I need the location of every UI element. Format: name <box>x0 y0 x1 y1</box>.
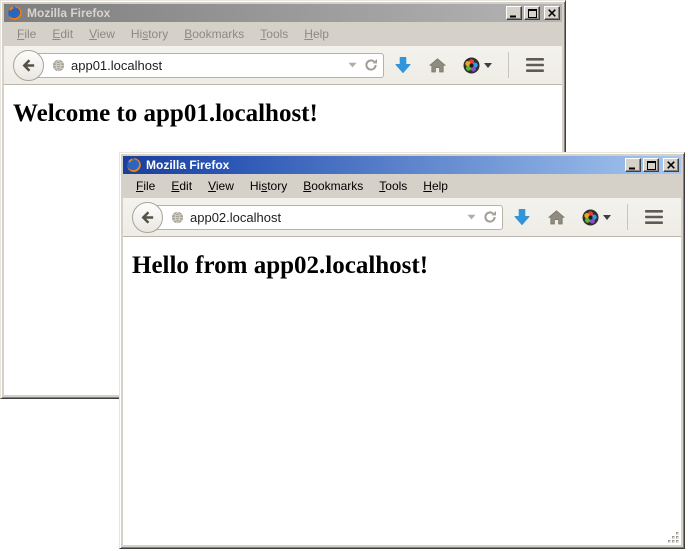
menu-item-edit[interactable]: Edit <box>44 25 81 43</box>
minimize-button[interactable] <box>506 6 522 20</box>
url-bar[interactable]: app02.localhost <box>147 205 503 230</box>
minimize-button[interactable] <box>625 158 641 172</box>
download-button[interactable] <box>505 202 539 233</box>
addon-button[interactable] <box>455 50 501 81</box>
addon-color-wheel-icon <box>582 209 599 226</box>
window-title: Mozilla Firefox <box>27 6 506 20</box>
titlebar[interactable]: Mozilla Firefox <box>123 156 681 174</box>
firefox-icon <box>7 5 23 21</box>
menu-item-help[interactable]: Help <box>296 25 337 43</box>
menu-item-tools[interactable]: Tools <box>252 25 296 43</box>
menu-item-bookmarks[interactable]: Bookmarks <box>176 25 252 43</box>
home-button[interactable] <box>539 202 573 233</box>
menu-item-tools[interactable]: Tools <box>371 177 415 195</box>
download-icon <box>395 56 411 74</box>
back-icon <box>139 209 156 226</box>
urlbar-dropdown-icon[interactable] <box>467 214 476 220</box>
menu-item-help[interactable]: Help <box>415 177 456 195</box>
url-text: app02.localhost <box>190 210 467 225</box>
menu-bar: File Edit View History Bookmarks Tools H… <box>123 174 681 198</box>
page-heading: Welcome to app01.localhost! <box>4 100 562 128</box>
toolbar-separator <box>627 204 628 230</box>
navigation-toolbar: app02.localhost <box>123 198 681 237</box>
download-button[interactable] <box>386 50 420 81</box>
menu-item-file[interactable]: File <box>128 177 163 195</box>
hamburger-menu-icon <box>526 58 544 72</box>
urlbar-dropdown-icon[interactable] <box>348 62 357 68</box>
reload-icon[interactable] <box>364 58 378 72</box>
menu-item-view[interactable]: View <box>200 177 242 195</box>
back-button[interactable] <box>13 50 44 81</box>
toolbar-separator <box>508 52 509 78</box>
close-button[interactable] <box>544 6 560 20</box>
addon-button[interactable] <box>574 202 620 233</box>
titlebar[interactable]: Mozilla Firefox <box>4 4 562 22</box>
back-icon <box>20 57 37 74</box>
menu-item-file[interactable]: File <box>9 25 44 43</box>
globe-icon <box>52 59 65 72</box>
url-bar[interactable]: app01.localhost <box>28 53 384 78</box>
app-menu-button[interactable] <box>516 50 554 81</box>
hamburger-menu-icon <box>645 210 663 224</box>
resize-grip[interactable] <box>667 531 680 544</box>
maximize-button[interactable] <box>524 6 540 20</box>
addon-dropdown-icon <box>484 63 492 68</box>
menu-item-edit[interactable]: Edit <box>163 177 200 195</box>
menu-item-view[interactable]: View <box>81 25 123 43</box>
back-button[interactable] <box>132 202 163 233</box>
navigation-toolbar: app01.localhost <box>4 46 562 85</box>
url-text: app01.localhost <box>71 58 348 73</box>
home-icon <box>548 210 565 225</box>
download-icon <box>514 208 530 226</box>
home-button[interactable] <box>420 50 454 81</box>
menu-item-history[interactable]: History <box>123 25 176 43</box>
menu-bar: File Edit View History Bookmarks Tools H… <box>4 22 562 46</box>
home-icon <box>429 58 446 73</box>
window-title: Mozilla Firefox <box>146 158 625 172</box>
addon-dropdown-icon <box>603 215 611 220</box>
firefox-icon <box>126 157 142 173</box>
maximize-button[interactable] <box>643 158 659 172</box>
reload-icon[interactable] <box>483 210 497 224</box>
page-content-app02: Hello from app02.localhost! <box>123 237 681 545</box>
menu-item-history[interactable]: History <box>242 177 295 195</box>
close-button[interactable] <box>663 158 679 172</box>
app-menu-button[interactable] <box>635 202 673 233</box>
browser-window-app02: Mozilla Firefox File Edit View History B… <box>119 152 685 549</box>
addon-color-wheel-icon <box>463 57 480 74</box>
page-heading: Hello from app02.localhost! <box>123 252 681 280</box>
globe-icon <box>171 211 184 224</box>
menu-item-bookmarks[interactable]: Bookmarks <box>295 177 371 195</box>
